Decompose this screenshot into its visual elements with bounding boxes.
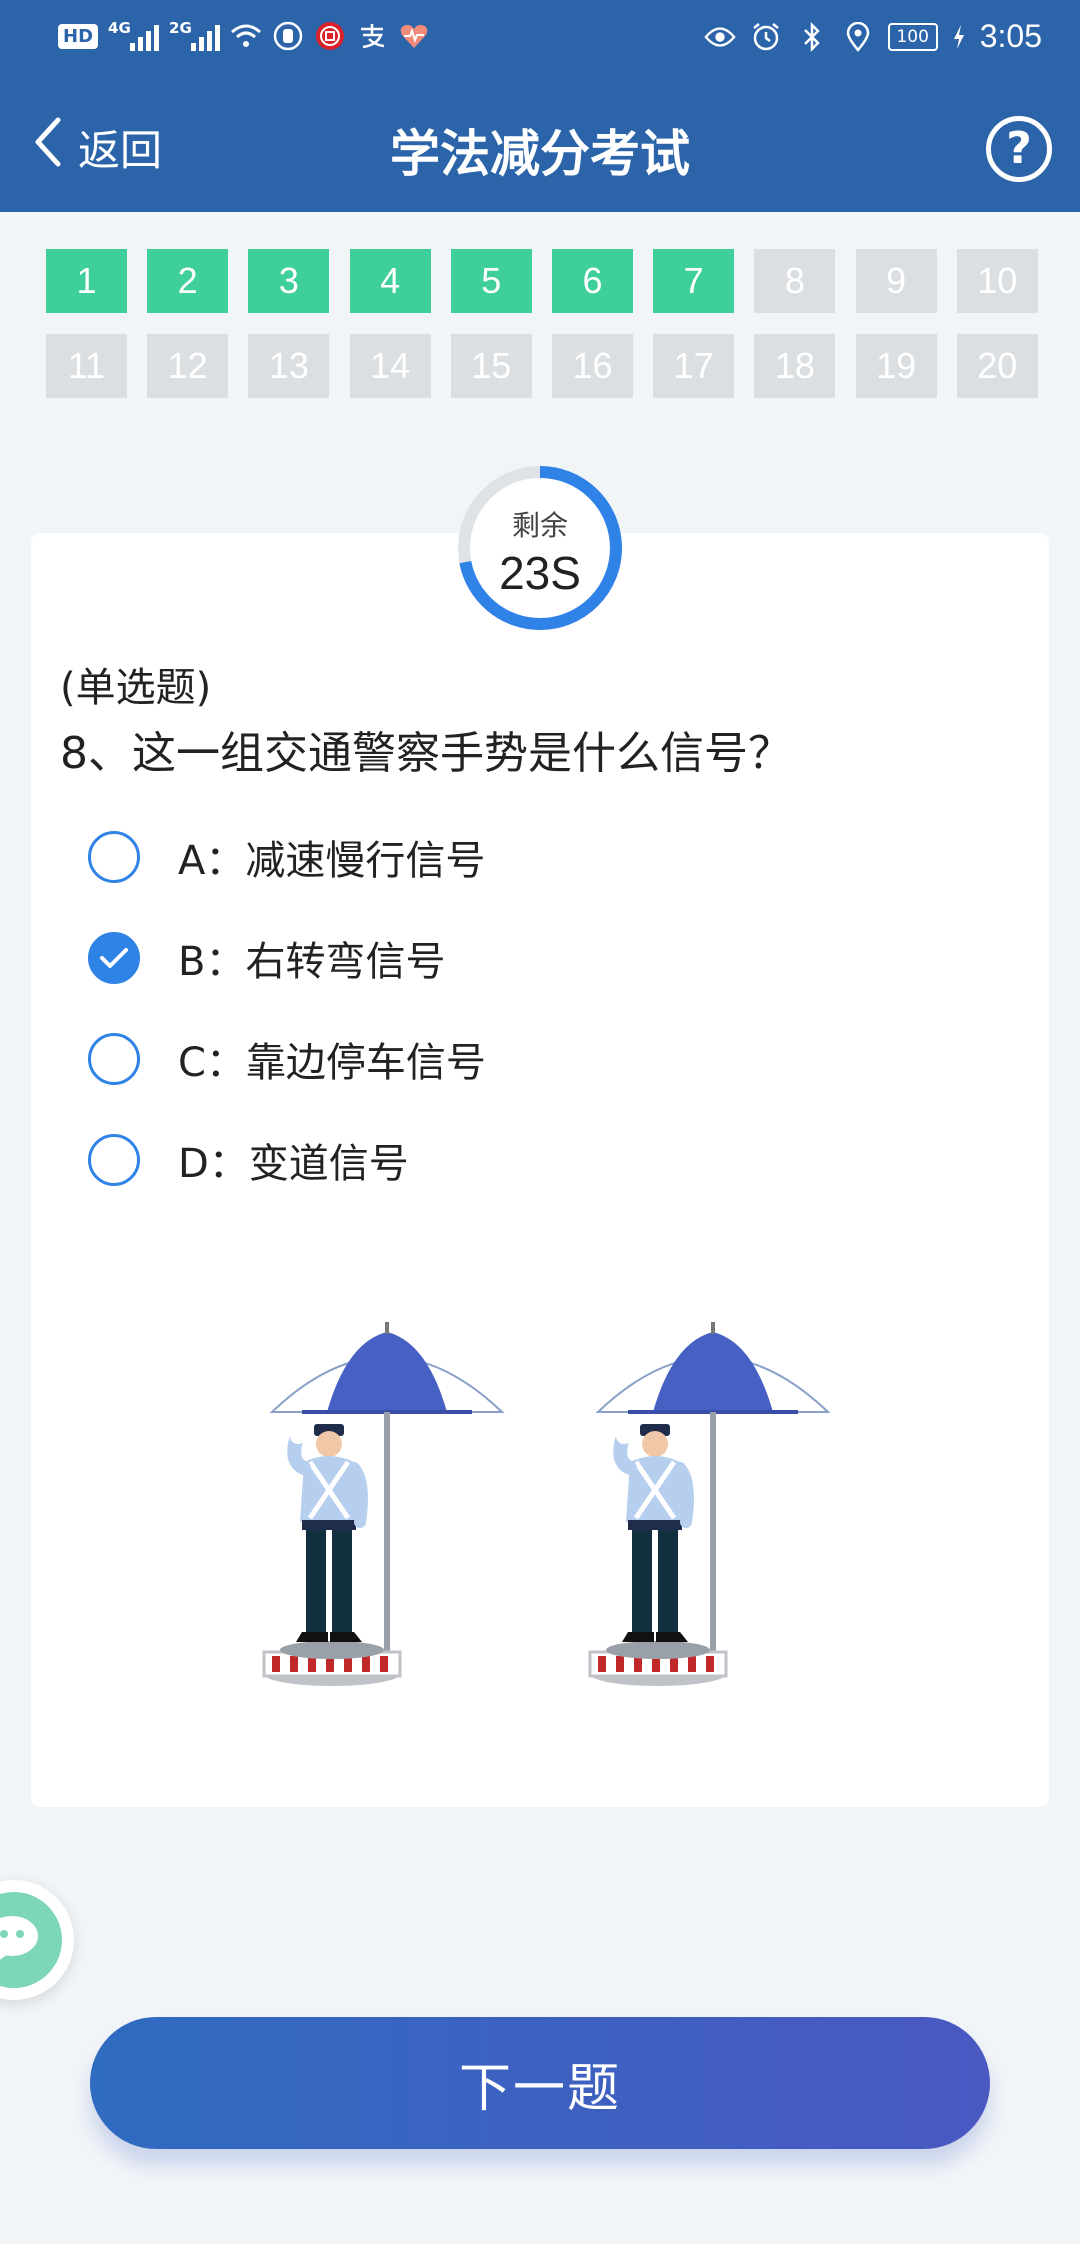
status-time: 3:05 (979, 18, 1042, 54)
question-number-19[interactable]: 19 (855, 334, 937, 398)
question-number-8[interactable]: 8 (754, 249, 836, 313)
question-number-1[interactable]: 1 (46, 249, 127, 313)
location-icon (842, 21, 874, 53)
question-number-12[interactable]: 12 (147, 334, 229, 398)
question-number-2[interactable]: 2 (147, 249, 229, 313)
question-number-10[interactable]: 10 (956, 249, 1038, 313)
radio-a[interactable] (88, 831, 140, 883)
nav-bar: 返回 学法减分考试 ? (0, 96, 1080, 200)
question-number-4[interactable]: 4 (349, 249, 431, 313)
option-a[interactable]: A：减速慢行信号 (88, 827, 485, 887)
next-question-button[interactable]: 下一题 (90, 2017, 990, 2149)
radio-d[interactable] (88, 1134, 140, 1186)
question-number-9[interactable]: 9 (855, 249, 937, 313)
option-d-label: D：变道信号 (178, 1141, 409, 1187)
hand-stop-icon (272, 20, 304, 52)
network-type-label-2: 2G (169, 19, 192, 37)
radio-b[interactable] (88, 932, 140, 984)
health-heart-icon (398, 20, 430, 52)
question-number-3[interactable]: 3 (248, 249, 330, 313)
top-bar: HD 4G 2G 100 3:05 返回 学法减分考试 ? (0, 0, 1080, 212)
question-number-20[interactable]: 20 (956, 334, 1038, 398)
help-button[interactable]: ? (986, 116, 1052, 182)
wechat-icon (0, 1892, 62, 1988)
floating-chat-button[interactable] (0, 1880, 74, 2000)
alipay-icon (356, 20, 388, 52)
traffic-police-gesture-image (250, 1310, 850, 1700)
page-title: 学法减分考试 (390, 125, 690, 183)
signal-icon: 4G (108, 19, 160, 51)
question-number-14[interactable]: 14 (349, 334, 431, 398)
question-type: (单选题) (60, 665, 212, 711)
radio-c[interactable] (88, 1033, 140, 1085)
option-d[interactable]: D：变道信号 (88, 1130, 409, 1190)
question-number-17[interactable]: 17 (653, 334, 735, 398)
status-bar: HD 4G 2G 100 3:05 (0, 0, 1080, 80)
question-text: 8、这一组交通警察手势是什么信号？ (60, 728, 792, 779)
signal-icon-2: 2G (169, 19, 221, 51)
timer-value: 23S (499, 547, 581, 599)
question-number-6[interactable]: 6 (552, 249, 633, 313)
option-c[interactable]: C：靠边停车信号 (88, 1029, 486, 1089)
question-number-13[interactable]: 13 (248, 334, 330, 398)
question-number-15[interactable]: 15 (450, 334, 532, 398)
bank-app-icon (314, 20, 346, 52)
option-c-label: C：靠边停车信号 (178, 1040, 486, 1086)
network-type-label: 4G (108, 19, 131, 37)
question-number-7[interactable]: 7 (653, 249, 735, 313)
bluetooth-icon (796, 21, 828, 53)
option-b[interactable]: B：右转弯信号 (88, 928, 445, 988)
alarm-icon (750, 21, 782, 53)
wifi-icon (230, 20, 262, 52)
hd-badge: HD (58, 23, 99, 49)
check-icon (100, 948, 128, 968)
question-number-5[interactable]: 5 (450, 249, 532, 313)
question-number-16[interactable]: 16 (552, 334, 633, 398)
option-a-label: A：减速慢行信号 (178, 838, 486, 884)
charging-icon (952, 21, 966, 53)
question-circle-icon: ? (1006, 123, 1032, 174)
eye-icon (704, 21, 736, 53)
battery-icon: 100 (887, 22, 938, 51)
question-number-11[interactable]: 11 (46, 334, 127, 398)
timer-label: 剩余 (511, 509, 568, 542)
question-number-18[interactable]: 18 (754, 334, 836, 398)
countdown-timer: 剩余 23S (454, 462, 626, 634)
option-b-label: B：右转弯信号 (178, 939, 446, 985)
